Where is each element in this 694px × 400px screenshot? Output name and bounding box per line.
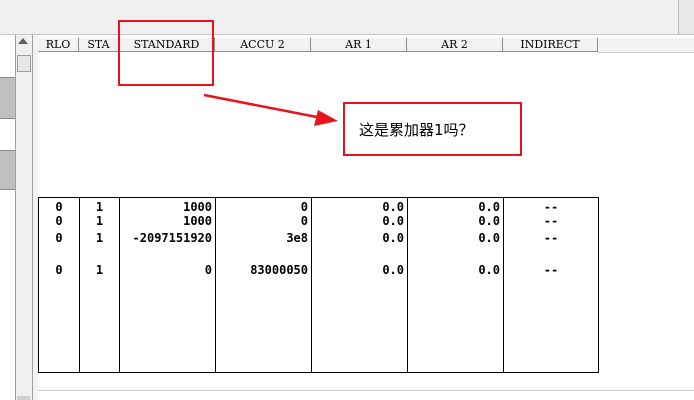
- cell-sta: 1: [95, 200, 104, 214]
- cell-ar2: 0.0: [478, 263, 500, 277]
- cell-accu2: 0: [300, 200, 308, 214]
- cell-standard: 1000: [183, 214, 212, 228]
- cell-indirect: --: [543, 263, 559, 277]
- cell-standard: 1000: [183, 200, 212, 214]
- cell-ar1: 0.0: [382, 263, 404, 277]
- cell-ar2: 0.0: [478, 214, 500, 228]
- scroll-up-arrow-icon[interactable]: [18, 38, 28, 44]
- top-right-scroll-segment[interactable]: [678, 0, 694, 34]
- cell-sta: 1: [95, 214, 104, 228]
- cell-ar2: 0.0: [478, 231, 500, 245]
- cell-indirect: --: [543, 214, 559, 228]
- cell-standard: -2097151920: [132, 231, 212, 245]
- header-accu2[interactable]: ACCU 2: [215, 38, 311, 52]
- cell-sta: 1: [95, 263, 104, 277]
- header-sta[interactable]: STA: [79, 38, 119, 52]
- header-rlo[interactable]: RLO: [38, 38, 79, 52]
- table-row[interactable]: 0 1 1000 0 0.0 0.0 --: [39, 214, 599, 228]
- left-panel-block[interactable]: [0, 150, 15, 190]
- cell-accu2: 0: [300, 214, 308, 228]
- cell-rlo: 0: [55, 263, 63, 277]
- scrollbar-thumb[interactable]: [17, 55, 31, 72]
- cell-accu2: 83000050: [250, 263, 308, 277]
- header-filler: [598, 38, 694, 53]
- data-table: 0 1 1000 0 0.0 0.0 -- 0 1 1000 0 0.0 0.0…: [38, 197, 599, 373]
- cell-sta: 1: [95, 231, 104, 245]
- cell-accu2: 3e8: [286, 231, 308, 245]
- annotation-question-text: 这是累加器1吗？: [359, 120, 474, 139]
- cell-ar1: 0.0: [382, 200, 404, 214]
- cell-ar1: 0.0: [382, 231, 404, 245]
- table-row[interactable]: 0 1 -2097151920 3e8 0.0 0.0 --: [39, 231, 599, 245]
- scrollbar-track-end: [17, 396, 30, 400]
- cell-indirect: --: [543, 231, 559, 245]
- left-panel-block[interactable]: [0, 77, 15, 119]
- cell-rlo: 0: [55, 214, 63, 228]
- cell-rlo: 0: [55, 200, 63, 214]
- header-ar2[interactable]: AR 2: [407, 38, 503, 52]
- cell-indirect: --: [543, 200, 559, 214]
- header-indirect[interactable]: INDIRECT: [503, 38, 598, 52]
- cell-ar1: 0.0: [382, 214, 404, 228]
- cell-standard: 0: [204, 263, 212, 277]
- annotation-highlight-box: [118, 20, 214, 86]
- vertical-scrollbar[interactable]: [15, 35, 33, 400]
- footer-divider: [38, 390, 694, 391]
- cell-rlo: 0: [55, 231, 63, 245]
- table-row[interactable]: 0 1 1000 0 0.0 0.0 --: [39, 200, 599, 214]
- cell-ar2: 0.0: [478, 200, 500, 214]
- annotation-callout: 这是累加器1吗？: [343, 102, 522, 156]
- title-strip: [0, 0, 694, 35]
- header-ar1[interactable]: AR 1: [311, 38, 407, 52]
- table-row[interactable]: 0 1 0 83000050 0.0 0.0 --: [39, 263, 599, 277]
